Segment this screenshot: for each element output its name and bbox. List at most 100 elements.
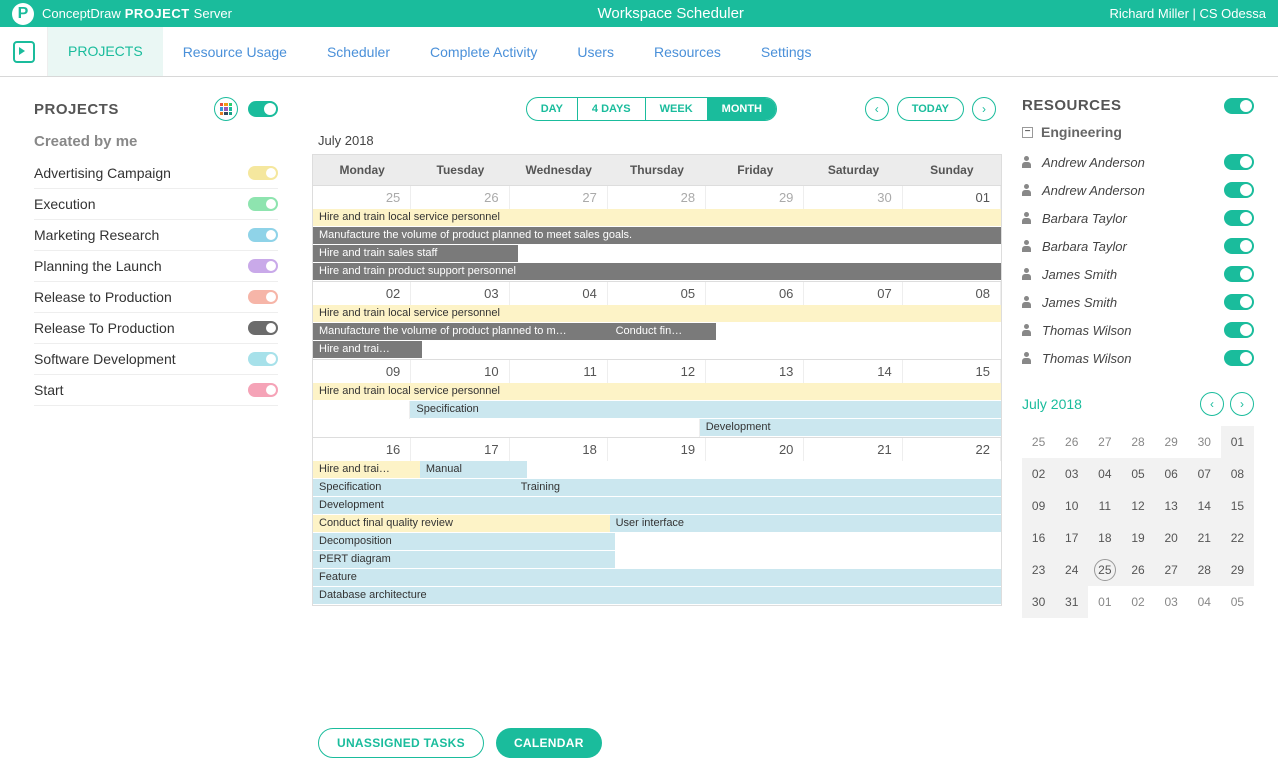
- mini-calendar-day[interactable]: 28: [1121, 426, 1154, 458]
- project-color-toggle[interactable]: [248, 166, 278, 180]
- mini-calendar-day[interactable]: 18: [1088, 522, 1121, 554]
- calendar-date-cell[interactable]: 22: [903, 438, 1001, 461]
- resource-toggle[interactable]: [1224, 350, 1254, 366]
- calendar-date-cell[interactable]: 30: [804, 186, 902, 209]
- calendar-date-cell[interactable]: 02: [313, 282, 411, 305]
- mini-calendar-day[interactable]: 28: [1188, 554, 1221, 586]
- project-color-toggle[interactable]: [248, 290, 278, 304]
- calendar-date-cell[interactable]: 19: [608, 438, 706, 461]
- mini-calendar-day[interactable]: 12: [1121, 490, 1154, 522]
- resource-item[interactable]: Thomas Wilson: [1022, 344, 1254, 372]
- task-bar[interactable]: Database architecture: [313, 587, 1001, 605]
- mini-calendar-day[interactable]: 13: [1155, 490, 1188, 522]
- nav-tab-resource-usage[interactable]: Resource Usage: [163, 27, 307, 76]
- resource-item[interactable]: Barbara Taylor: [1022, 204, 1254, 232]
- project-color-toggle[interactable]: [248, 197, 278, 211]
- task-bar[interactable]: Hire and train product support personnel: [313, 263, 1001, 281]
- mini-calendar-day[interactable]: 23: [1022, 554, 1055, 586]
- project-item[interactable]: Release To Production: [34, 313, 278, 344]
- calendar-date-cell[interactable]: 07: [804, 282, 902, 305]
- mini-calendar-day[interactable]: 30: [1022, 586, 1055, 618]
- nav-tab-users[interactable]: Users: [557, 27, 634, 76]
- calendar-date-cell[interactable]: 18: [510, 438, 608, 461]
- calendar-button[interactable]: CALENDAR: [496, 728, 602, 758]
- calendar-date-cell[interactable]: 12: [608, 360, 706, 383]
- resource-toggle[interactable]: [1224, 154, 1254, 170]
- calendar-date-cell[interactable]: 25: [313, 186, 411, 209]
- project-item[interactable]: Software Development: [34, 344, 278, 375]
- task-bar[interactable]: Hire and trai…: [313, 461, 420, 479]
- mini-calendar-day[interactable]: 25: [1022, 426, 1055, 458]
- project-color-toggle[interactable]: [248, 321, 278, 335]
- nav-tab-complete-activity[interactable]: Complete Activity: [410, 27, 557, 76]
- resource-toggle[interactable]: [1224, 182, 1254, 198]
- calendar-date-cell[interactable]: 01: [903, 186, 1001, 209]
- mini-calendar-day[interactable]: 27: [1088, 426, 1121, 458]
- resource-toggle[interactable]: [1224, 210, 1254, 226]
- mini-calendar-day[interactable]: 17: [1055, 522, 1088, 554]
- mini-calendar-day[interactable]: 02: [1121, 586, 1154, 618]
- mini-calendar-day[interactable]: 16: [1022, 522, 1055, 554]
- sidebar-toggle-button[interactable]: [0, 27, 48, 76]
- task-bar[interactable]: Hire and train sales staff: [313, 245, 518, 263]
- task-bar[interactable]: Hire and trai…: [313, 341, 422, 359]
- mini-calendar-day[interactable]: 06: [1155, 458, 1188, 490]
- calendar-date-cell[interactable]: 05: [608, 282, 706, 305]
- mini-cal-next-button[interactable]: ›: [1230, 392, 1254, 416]
- unassigned-tasks-button[interactable]: UNASSIGNED TASKS: [318, 728, 484, 758]
- mini-calendar-day[interactable]: 20: [1155, 522, 1188, 554]
- mini-calendar-day[interactable]: 19: [1121, 522, 1154, 554]
- calendar-date-cell[interactable]: 17: [411, 438, 509, 461]
- project-color-toggle[interactable]: [248, 383, 278, 397]
- calendar-date-cell[interactable]: 27: [510, 186, 608, 209]
- resource-item[interactable]: Andrew Anderson: [1022, 176, 1254, 204]
- today-button[interactable]: TODAY: [897, 97, 964, 121]
- task-bar[interactable]: Hire and train local service personnel: [313, 209, 1001, 227]
- mini-calendar-day[interactable]: 05: [1221, 586, 1254, 618]
- view-day[interactable]: DAY: [527, 98, 578, 120]
- mini-calendar-day[interactable]: 03: [1055, 458, 1088, 490]
- task-bar[interactable]: Conduct fin…: [610, 323, 717, 341]
- calendar-date-cell[interactable]: 10: [411, 360, 509, 383]
- resources-master-toggle[interactable]: [1224, 98, 1254, 114]
- calendar-date-cell[interactable]: 26: [411, 186, 509, 209]
- mini-calendar-day[interactable]: 21: [1188, 522, 1221, 554]
- task-bar[interactable]: Development: [700, 419, 1001, 437]
- mini-calendar-day[interactable]: 27: [1155, 554, 1188, 586]
- mini-calendar-day[interactable]: 30: [1188, 426, 1221, 458]
- calendar-date-cell[interactable]: 09: [313, 360, 411, 383]
- calendar-date-cell[interactable]: 29: [706, 186, 804, 209]
- calendar-date-cell[interactable]: 04: [510, 282, 608, 305]
- mini-calendar-day[interactable]: 29: [1221, 554, 1254, 586]
- user-account-label[interactable]: Richard Miller | CS Odessa: [1109, 6, 1266, 21]
- resource-toggle[interactable]: [1224, 322, 1254, 338]
- resource-item[interactable]: Andrew Anderson: [1022, 148, 1254, 176]
- nav-tab-projects[interactable]: PROJECTS: [48, 27, 163, 76]
- calendar-date-cell[interactable]: 06: [706, 282, 804, 305]
- projects-master-toggle[interactable]: [248, 101, 278, 117]
- project-color-toggle[interactable]: [248, 228, 278, 242]
- view-4days[interactable]: 4 DAYS: [578, 98, 646, 120]
- mini-calendar-day[interactable]: 02: [1022, 458, 1055, 490]
- project-item[interactable]: Release to Production: [34, 282, 278, 313]
- calendar-date-cell[interactable]: 08: [903, 282, 1001, 305]
- task-bar[interactable]: Specification: [313, 479, 515, 497]
- calendar-date-cell[interactable]: 13: [706, 360, 804, 383]
- mini-calendar-day[interactable]: 01: [1221, 426, 1254, 458]
- calendar-date-cell[interactable]: 28: [608, 186, 706, 209]
- task-bar[interactable]: Development: [313, 497, 1001, 515]
- mini-calendar-day[interactable]: 09: [1022, 490, 1055, 522]
- mini-calendar-day[interactable]: 22: [1221, 522, 1254, 554]
- project-item[interactable]: Advertising Campaign: [34, 158, 278, 189]
- mini-calendar-day[interactable]: 04: [1088, 458, 1121, 490]
- mini-calendar-day[interactable]: 01: [1088, 586, 1121, 618]
- nav-tab-resources[interactable]: Resources: [634, 27, 741, 76]
- task-bar[interactable]: User interface: [610, 515, 1001, 533]
- task-bar[interactable]: Conduct final quality review: [313, 515, 610, 533]
- mini-calendar-day[interactable]: 29: [1155, 426, 1188, 458]
- mini-calendar-day[interactable]: 31: [1055, 586, 1088, 618]
- mini-calendar-day[interactable]: 26: [1121, 554, 1154, 586]
- calendar-date-cell[interactable]: 16: [313, 438, 411, 461]
- task-bar[interactable]: Training: [515, 479, 1001, 497]
- resource-toggle[interactable]: [1224, 294, 1254, 310]
